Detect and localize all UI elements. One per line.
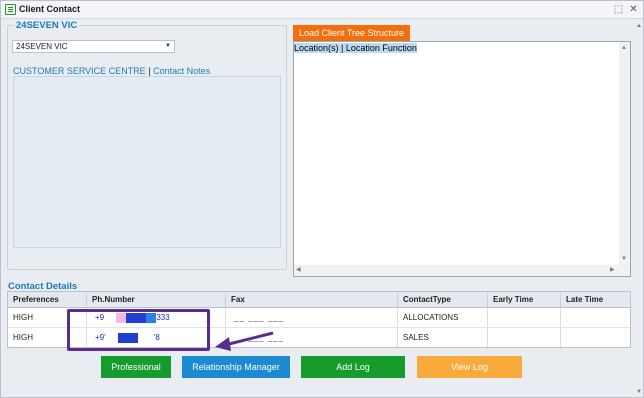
relationship-manager-button[interactable]: Relationship Manager: [182, 356, 290, 378]
scroll-up-icon[interactable]: ▲: [621, 45, 627, 51]
col-contact-type[interactable]: ContactType: [398, 292, 488, 308]
window-scrollbar[interactable]: ▲ ▼: [636, 21, 642, 397]
load-client-tree-button[interactable]: Load Client Tree Structure: [293, 25, 410, 41]
client-links: CUSTOMER SERVICE CENTRE | Contact Notes: [13, 66, 210, 76]
client-group: 24SEVEN VIC 24SEVEN VIC ▼ CUSTOMER SERVI…: [7, 20, 287, 270]
scroll-up-icon[interactable]: ▲: [636, 23, 642, 29]
tree-horizontal-scrollbar[interactable]: ◀ ▶: [294, 265, 620, 276]
col-fax[interactable]: Fax: [226, 292, 398, 308]
fax-cell: __ ___ ___: [226, 308, 398, 327]
scroll-right-icon[interactable]: ▶: [610, 267, 615, 273]
scroll-down-icon[interactable]: ▼: [621, 256, 627, 262]
client-select-value: 24SEVEN VIC: [16, 42, 68, 51]
client-select[interactable]: 24SEVEN VIC ▼: [12, 40, 175, 53]
late-time-cell: [561, 308, 630, 327]
customer-service-centre-link[interactable]: CUSTOMER SERVICE CENTRE: [13, 66, 146, 76]
early-time-cell: [488, 328, 561, 347]
contact-notes-area[interactable]: [13, 76, 281, 248]
window-title: Client Contact: [19, 4, 81, 14]
tree-vertical-scrollbar[interactable]: ▲ ▼: [619, 42, 630, 276]
window-app-icon: [5, 4, 16, 15]
client-contact-window: Client Contact ⬚ ✕ 24SEVEN VIC 24SEVEN V…: [0, 0, 644, 398]
col-preferences[interactable]: Preferences: [8, 292, 87, 308]
chevron-down-icon: ▼: [165, 43, 171, 49]
scroll-left-icon[interactable]: ◀: [296, 267, 301, 273]
contact-type-cell: ALLOCATIONS: [398, 308, 488, 327]
col-phone-number[interactable]: Ph.Number: [87, 292, 226, 308]
client-group-title: 24SEVEN VIC: [14, 20, 80, 31]
col-early-time[interactable]: Early Time: [488, 292, 561, 308]
view-log-button[interactable]: View Log: [417, 356, 522, 378]
scroll-down-icon[interactable]: ▼: [636, 389, 642, 395]
late-time-cell: [561, 328, 630, 347]
grid-header: Preferences Ph.Number Fax ContactType Ea…: [8, 292, 630, 308]
early-time-cell: [488, 308, 561, 327]
close-icon[interactable]: ✕: [627, 3, 640, 16]
pin-icon[interactable]: ⬚: [612, 3, 625, 16]
title-bar: Client Contact ⬚ ✕: [1, 1, 643, 19]
add-log-button[interactable]: Add Log: [301, 356, 405, 378]
client-tree-panel[interactable]: Location(s) | Location Function ▲ ▼ ◀ ▶: [293, 41, 631, 277]
professional-button[interactable]: Professional: [101, 356, 171, 378]
col-late-time[interactable]: Late Time: [561, 292, 630, 308]
tree-header: Location(s) | Location Function: [294, 43, 417, 53]
contact-type-cell: SALES: [398, 328, 488, 347]
annotation-arrow-icon: [215, 331, 274, 351]
link-separator: |: [148, 66, 151, 76]
contact-notes-link[interactable]: Contact Notes: [153, 66, 210, 76]
annotation-highlight-box: [67, 309, 210, 351]
